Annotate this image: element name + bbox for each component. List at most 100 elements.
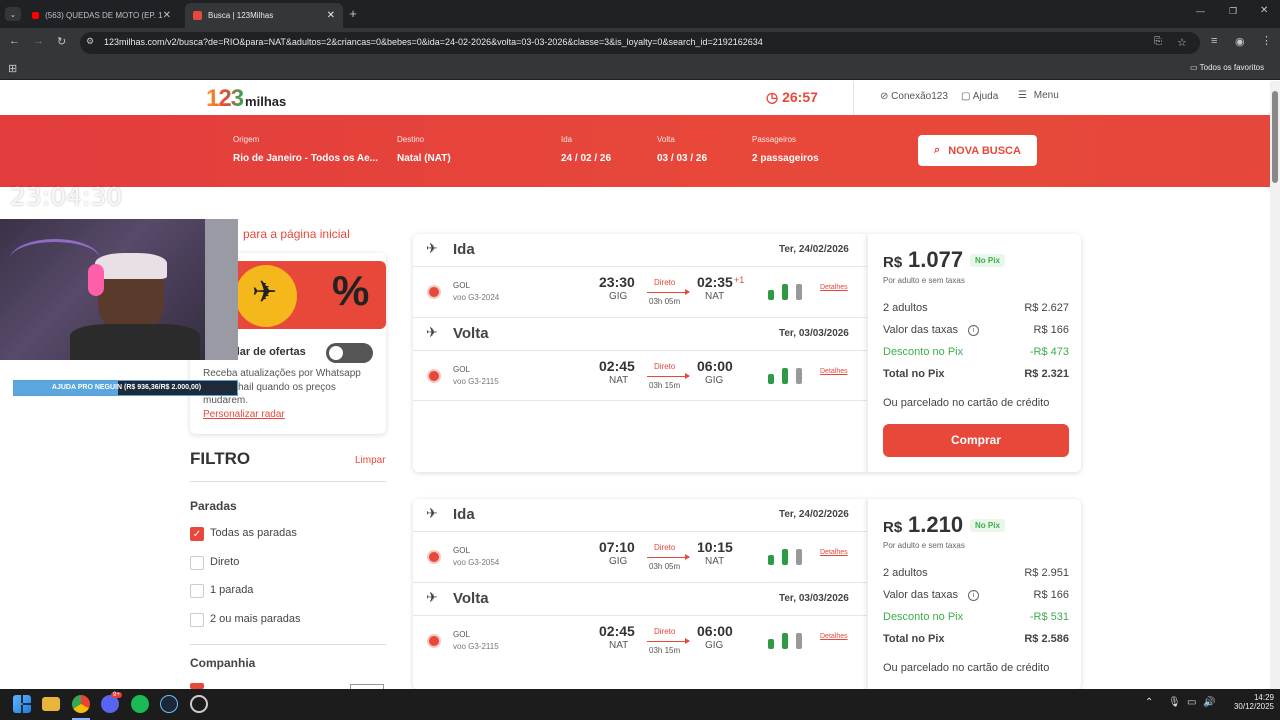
arrow-icon — [647, 638, 690, 644]
chat-icon: ▢ — [961, 91, 971, 102]
radio-select[interactable] — [429, 287, 439, 297]
menu-button[interactable]: ☰ Menu — [1018, 90, 1059, 101]
volume-icon[interactable]: 🔊 — [1203, 697, 1215, 708]
arrow-icon — [647, 373, 690, 379]
limpar-link[interactable]: Limpar — [355, 455, 386, 466]
file-explorer-icon[interactable] — [42, 697, 60, 711]
discount-value: -R$ 473 — [1029, 346, 1069, 358]
departure-time: 02:45 — [599, 358, 635, 374]
divider — [190, 481, 386, 482]
reload-icon[interactable]: ↻ — [57, 35, 66, 48]
details-link[interactable]: Detalhes — [820, 549, 848, 556]
option-label: 2 ou mais paradas — [210, 613, 301, 625]
departure-time: 23:30 — [599, 274, 635, 290]
site-logo[interactable]: 123 milhas — [206, 85, 286, 113]
origem-label: Origem — [233, 135, 260, 144]
origem-value[interactable]: Rio de Janeiro - Todos os Ae... — [233, 153, 378, 164]
arrow-icon — [647, 554, 690, 560]
tab-123milhas[interactable]: Busca | 123Milhas ✕ — [185, 3, 343, 28]
checkbox-direto[interactable] — [190, 556, 204, 570]
ajuda-link[interactable]: ▢ Ajuda — [961, 91, 998, 102]
app-icon[interactable] — [190, 695, 208, 713]
mic-icon[interactable]: 🎙 — [1168, 697, 1181, 708]
profile-icon[interactable]: ◉ — [1235, 35, 1245, 48]
close-icon[interactable]: ✕ — [327, 10, 335, 21]
more-icon[interactable]: ⋮ — [1261, 34, 1272, 47]
tab-search-icon[interactable]: ⌄ — [5, 7, 21, 21]
forward-icon[interactable]: → — [33, 35, 44, 47]
duration: 03h 15m — [649, 646, 681, 655]
radar-toggle[interactable] — [326, 343, 373, 363]
price-subtitle: Por adulto e sem taxas — [883, 276, 965, 285]
price-value: 1.210 — [908, 512, 964, 537]
details-link[interactable]: Detalhes — [820, 633, 848, 640]
details-link[interactable]: Detalhes — [820, 368, 848, 375]
nova-busca-label: NOVA BUSCA — [948, 144, 1021, 157]
spotify-icon[interactable] — [131, 695, 149, 713]
stops-label: Direto — [654, 362, 676, 371]
donation-bar: AJUDA PRO NEGUIN (R$ 936,36/R$ 2.000,00) — [13, 380, 238, 396]
radar-text: mudarem. — [203, 395, 249, 406]
bookmarks-label: Todos os favoritos — [1199, 63, 1265, 72]
radio-select[interactable] — [429, 371, 439, 381]
close-window-icon[interactable]: ✕ — [1260, 5, 1268, 16]
tab-youtube[interactable]: (563) QUEDAS DE MOTO (EP. 1 ✕ — [24, 3, 179, 28]
arrival-airport: GIG — [705, 640, 724, 651]
radar-text: Receba atualizações por Whatsapp — [203, 368, 361, 379]
checkbox-1-parada[interactable] — [190, 584, 204, 598]
media-icon[interactable]: ≡ — [1211, 35, 1217, 47]
arrival-airport: NAT — [705, 291, 725, 302]
all-bookmarks[interactable]: ▭ Todos os favoritos — [1190, 63, 1264, 72]
address-bar[interactable]: ⚙ 123milhas.com/v2/busca?de=RIO&para=NAT… — [80, 32, 1200, 54]
passageiros-value[interactable]: 2 passageiros — [752, 153, 819, 164]
installments-text: Ou parcelado no cartão de crédito — [883, 397, 1050, 409]
personalizar-radar-link[interactable]: Personalizar radar — [203, 409, 285, 420]
taxes-label: Valor das taxas — [883, 589, 959, 601]
bookmark-star-icon[interactable]: ☆ — [1177, 36, 1187, 49]
checkbox-todas[interactable]: ✓ — [190, 527, 204, 541]
radio-select[interactable] — [429, 636, 439, 646]
details-link[interactable]: Detalhes — [820, 284, 848, 291]
chrome-icon[interactable] — [72, 695, 90, 713]
new-tab-icon[interactable]: + — [346, 6, 360, 21]
windows-start-icon[interactable] — [13, 695, 31, 713]
close-icon[interactable]: ✕ — [163, 10, 171, 21]
option-label: 1 parada — [210, 584, 254, 596]
site-info-icon[interactable]: ⚙ — [86, 36, 94, 47]
ida-value[interactable]: 24 / 02 / 26 — [561, 153, 611, 164]
info-icon[interactable]: i — [968, 325, 979, 336]
comprar-button[interactable]: Comprar — [883, 424, 1069, 457]
network-icon[interactable]: ▭ — [1187, 697, 1196, 708]
radio-select[interactable] — [429, 552, 439, 562]
clock-time: 14:29 — [1253, 693, 1274, 702]
steam-icon[interactable] — [160, 695, 178, 713]
minimize-icon[interactable]: — — [1196, 6, 1205, 16]
destino-value[interactable]: Natal (NAT) — [397, 153, 451, 164]
duration: 03h 15m — [649, 381, 681, 390]
info-icon[interactable]: i — [968, 590, 979, 601]
conexao-link[interactable]: ⊘ Conexão123 — [880, 91, 948, 102]
flight-card: ✈ Ida Ter, 24/02/2026 GOL voo G3-2024 23… — [413, 234, 867, 472]
leg-date: Ter, 24/02/2026 — [779, 244, 849, 255]
back-icon[interactable]: ← — [9, 35, 20, 47]
tray-chevron-icon[interactable]: ⌃ — [1145, 697, 1153, 708]
departure-airport: NAT — [609, 640, 629, 651]
arrival-time: 10:15 — [697, 539, 733, 555]
discount-label: Desconto no Pix — [883, 346, 964, 358]
maximize-icon[interactable]: ❐ — [1229, 6, 1237, 17]
departure-airport: NAT — [609, 375, 629, 386]
person-hair — [95, 253, 167, 279]
airline-name: GOL — [453, 281, 470, 290]
divider — [413, 350, 867, 351]
radar-title: dar de ofertas — [233, 346, 306, 358]
checkbox-2-paradas[interactable] — [190, 613, 204, 627]
apps-icon[interactable]: ⊞ — [8, 62, 17, 75]
flight-number: voo G3-2115 — [453, 377, 499, 386]
scrollbar-thumb[interactable] — [1272, 91, 1278, 183]
clock[interactable]: 14:29 30/12/2025 — [1224, 693, 1274, 711]
install-icon[interactable]: ⎘ — [1154, 36, 1162, 47]
nova-busca-button[interactable]: ⌕ NOVA BUSCA — [918, 135, 1037, 166]
volta-value[interactable]: 03 / 03 / 26 — [657, 153, 707, 164]
scrollbar[interactable] — [1270, 81, 1280, 689]
back-home-link[interactable]: para a página inicial — [243, 227, 350, 241]
